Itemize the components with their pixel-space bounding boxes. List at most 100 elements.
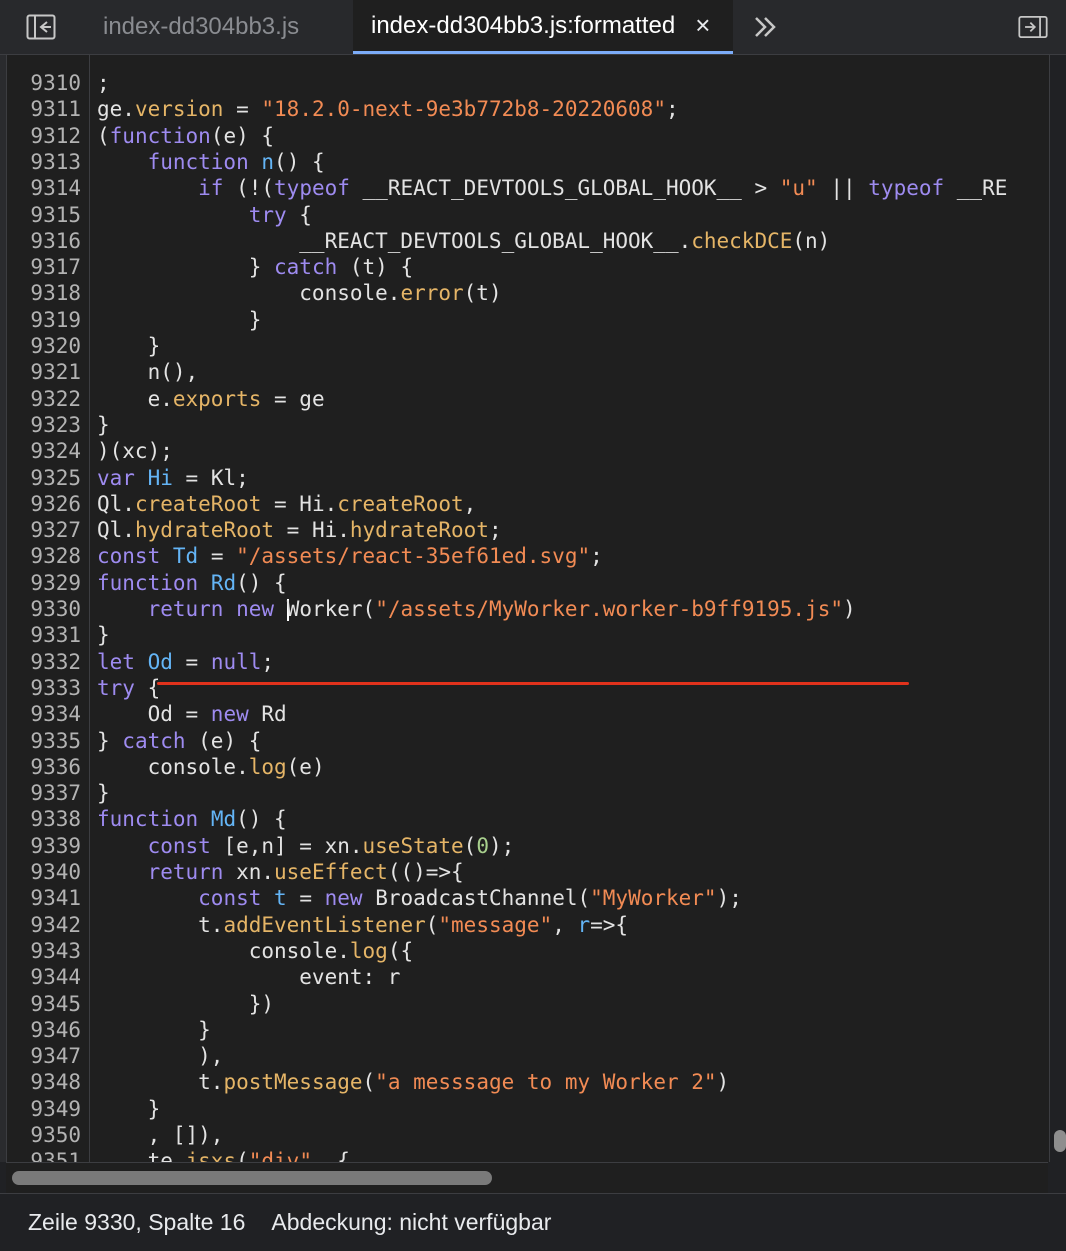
code-line[interactable]: 9343 console.log({ — [7, 938, 1049, 964]
code-line[interactable]: 9310; — [7, 70, 1049, 96]
code-line[interactable]: 9322 e.exports = ge — [7, 386, 1049, 412]
code-text: console.log(e) — [97, 754, 325, 779]
line-number[interactable]: 9310 — [7, 70, 81, 96]
line-number[interactable]: 9324 — [7, 438, 81, 464]
line-number[interactable]: 9337 — [7, 780, 81, 806]
close-tab-icon[interactable]: × — [695, 10, 710, 41]
line-number[interactable]: 9332 — [7, 649, 81, 675]
code-line[interactable]: 9328 const Td = "/assets/react-35ef61ed.s… — [7, 543, 1049, 569]
code-line[interactable]: 9346 } — [7, 1017, 1049, 1043]
code-line[interactable]: 9345 }) — [7, 991, 1049, 1017]
code-line[interactable]: 9335} catch (e) { — [7, 728, 1049, 754]
code-line[interactable]: 9330 return new Worker("/assets/MyWorker… — [7, 596, 1049, 622]
line-number[interactable]: 9312 — [7, 123, 81, 149]
horizontal-scrollbar-thumb[interactable] — [12, 1171, 492, 1185]
line-number[interactable]: 9351 — [7, 1148, 81, 1162]
line-number[interactable]: 9338 — [7, 806, 81, 832]
line-number[interactable]: 9344 — [7, 964, 81, 990]
code-line[interactable]: 9311 ge.version = "18.2.0-next-9e3b772b8-… — [7, 96, 1049, 122]
code-line[interactable]: 9331} — [7, 622, 1049, 648]
code-editor[interactable]: 9310; 9311 ge.version = "18.2.0-next-9e3b7… — [6, 55, 1050, 1162]
line-number[interactable]: 9343 — [7, 938, 81, 964]
code-line[interactable]: 9334 Od = new Rd — [7, 701, 1049, 727]
code-line[interactable]: 9324)(xc); — [7, 438, 1049, 464]
line-number[interactable]: 9318 — [7, 280, 81, 306]
line-number[interactable]: 9341 — [7, 885, 81, 911]
code-line[interactable]: 9333 try { — [7, 675, 1049, 701]
line-number[interactable]: 9348 — [7, 1069, 81, 1095]
line-number[interactable]: 9349 — [7, 1096, 81, 1122]
tab-index-js[interactable]: index-dd304bb3.js — [103, 0, 299, 54]
code-line[interactable]: 9350 , []), — [7, 1122, 1049, 1148]
code-text: function Rd() { — [97, 570, 287, 595]
code-line[interactable]: 9339 const [e,n] = xn.useState(0); — [7, 833, 1049, 859]
line-number[interactable]: 9345 — [7, 991, 81, 1017]
line-number[interactable]: 9342 — [7, 912, 81, 938]
code-line[interactable]: 9319 } — [7, 307, 1049, 333]
line-number[interactable]: 9333 — [7, 675, 81, 701]
code-line[interactable]: 9316 __REACT_DEVTOOLS_GLOBAL_HOOK__.chec… — [7, 228, 1049, 254]
tab-index-js-formatted[interactable]: index-dd304bb3.js:formatted × — [353, 0, 733, 54]
code-line[interactable]: 9318 console.error(t) — [7, 280, 1049, 306]
code-line[interactable]: 9321 n(), — [7, 359, 1049, 385]
line-number[interactable]: 9336 — [7, 754, 81, 780]
code-line[interactable]: 9342 t.addEventListener("message", r=>{ — [7, 912, 1049, 938]
line-number[interactable]: 9317 — [7, 254, 81, 280]
code-line[interactable]: 9337} — [7, 780, 1049, 806]
line-number[interactable]: 9323 — [7, 412, 81, 438]
line-number[interactable]: 9339 — [7, 833, 81, 859]
code-line[interactable]: 9323} — [7, 412, 1049, 438]
more-tabs-icon[interactable] — [750, 13, 780, 41]
code-text: e.exports = ge — [97, 386, 325, 411]
code-line[interactable]: 9340 return xn.useEffect(()=>{ — [7, 859, 1049, 885]
code-line[interactable]: 9348 t.postMessage("a messsage to my Wor… — [7, 1069, 1049, 1095]
code-text: , []), — [97, 1123, 224, 1147]
line-number[interactable]: 9330 — [7, 596, 81, 622]
code-line[interactable]: 9314 if (!(typeof __REACT_DEVTOOLS_GLOBA… — [7, 175, 1049, 201]
code-line[interactable]: 9329 function Rd() { — [7, 570, 1049, 596]
horizontal-scrollbar[interactable] — [6, 1162, 1048, 1193]
line-number[interactable]: 9331 — [7, 622, 81, 648]
code-line[interactable]: 9347 ), — [7, 1043, 1049, 1069]
code-line[interactable]: 9336 console.log(e) — [7, 754, 1049, 780]
code-line[interactable]: 9332 let Od = null; — [7, 649, 1049, 675]
toggle-debugger-icon[interactable] — [1018, 13, 1048, 41]
line-number[interactable]: 9325 — [7, 465, 81, 491]
toggle-navigator-icon[interactable] — [26, 13, 56, 41]
code-line[interactable]: 9325 var Hi = Kl; — [7, 465, 1049, 491]
line-number[interactable]: 9347 — [7, 1043, 81, 1069]
cursor-position[interactable]: Zeile 9330, Spalte 16 — [28, 1209, 245, 1236]
line-number[interactable]: 9335 — [7, 728, 81, 754]
code-line[interactable]: 9315 try { — [7, 202, 1049, 228]
line-number[interactable]: 9314 — [7, 175, 81, 201]
line-number[interactable]: 9322 — [7, 386, 81, 412]
code-line[interactable]: 9326 Ql.createRoot = Hi.createRoot, — [7, 491, 1049, 517]
line-number[interactable]: 9340 — [7, 859, 81, 885]
line-number[interactable]: 9319 — [7, 307, 81, 333]
line-number[interactable]: 9346 — [7, 1017, 81, 1043]
code-line[interactable]: 9312 (function(e) { — [7, 123, 1049, 149]
line-number[interactable]: 9334 — [7, 701, 81, 727]
code-line[interactable]: 9313 function n() { — [7, 149, 1049, 175]
code-line[interactable]: 9344 event: r — [7, 964, 1049, 990]
code-line[interactable]: 9338 function Md() { — [7, 806, 1049, 832]
code-line[interactable]: 9317 } catch (t) { — [7, 254, 1049, 280]
code-text: const Td = "/assets/react-35ef61ed.svg"; — [97, 544, 603, 569]
code-line[interactable]: 9320 } — [7, 333, 1049, 359]
line-number[interactable]: 9350 — [7, 1122, 81, 1148]
line-number[interactable]: 9316 — [7, 228, 81, 254]
line-number[interactable]: 9311 — [7, 96, 81, 122]
code-line[interactable]: 9351 te.jsxs("div", { — [7, 1148, 1049, 1162]
code-line[interactable]: 9341 const t = new BroadcastChannel("MyW… — [7, 885, 1049, 911]
code-line[interactable]: 9327 Ql.hydrateRoot = Hi.hydrateRoot; — [7, 517, 1049, 543]
line-number[interactable]: 9321 — [7, 359, 81, 385]
line-number[interactable]: 9328 — [7, 543, 81, 569]
line-number[interactable]: 9329 — [7, 570, 81, 596]
line-number[interactable]: 9313 — [7, 149, 81, 175]
line-number[interactable]: 9320 — [7, 333, 81, 359]
code-line[interactable]: 9349 } — [7, 1096, 1049, 1122]
line-number[interactable]: 9315 — [7, 202, 81, 228]
vertical-scrollbar-thumb[interactable] — [1054, 1130, 1066, 1152]
line-number[interactable]: 9327 — [7, 517, 81, 543]
line-number[interactable]: 9326 — [7, 491, 81, 517]
